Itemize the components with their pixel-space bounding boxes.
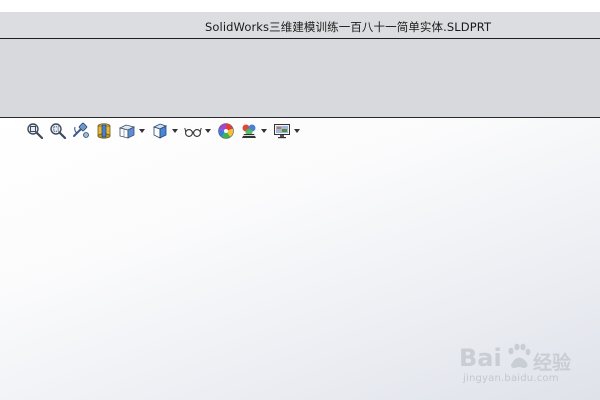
- display-style-icon[interactable]: [151, 122, 169, 140]
- paw-icon: [505, 342, 531, 370]
- view-orientation-dropdown-arrow[interactable]: [139, 122, 145, 140]
- window-title: SolidWorks三维建模训练一百八十一简单实体.SLDPRT: [205, 20, 492, 34]
- view-settings-icon[interactable]: [273, 122, 291, 140]
- title-bar[interactable]: SolidWorks三维建模训练一百八十一简单实体.SLDPRT: [0, 12, 600, 39]
- top-strip: [0, 0, 600, 12]
- heads-up-view-toolbar: [26, 122, 306, 140]
- baidu-jingyan-watermark: Bai 经验 jingyan.baidu.com: [455, 340, 595, 390]
- command-manager-area: [0, 39, 600, 118]
- view-orientation-icon[interactable]: [118, 122, 136, 140]
- watermark-brand: Bai: [459, 344, 502, 372]
- zoom-to-area-icon[interactable]: [49, 122, 67, 140]
- watermark-url: jingyan.baidu.com: [463, 373, 559, 384]
- watermark-product: 经验: [533, 352, 572, 374]
- hide-show-items-dropdown-arrow[interactable]: [205, 122, 211, 140]
- apply-scene-dropdown-arrow[interactable]: [261, 122, 267, 140]
- section-view-icon[interactable]: [95, 122, 113, 140]
- zoom-to-fit-icon[interactable]: [26, 122, 44, 140]
- apply-scene-icon[interactable]: [240, 122, 258, 140]
- previous-view-icon[interactable]: [72, 122, 90, 140]
- display-style-dropdown-arrow[interactable]: [172, 122, 178, 140]
- hide-show-items-icon[interactable]: [184, 122, 202, 140]
- view-settings-dropdown-arrow[interactable]: [294, 122, 300, 140]
- edit-appearance-icon[interactable]: [217, 122, 235, 140]
